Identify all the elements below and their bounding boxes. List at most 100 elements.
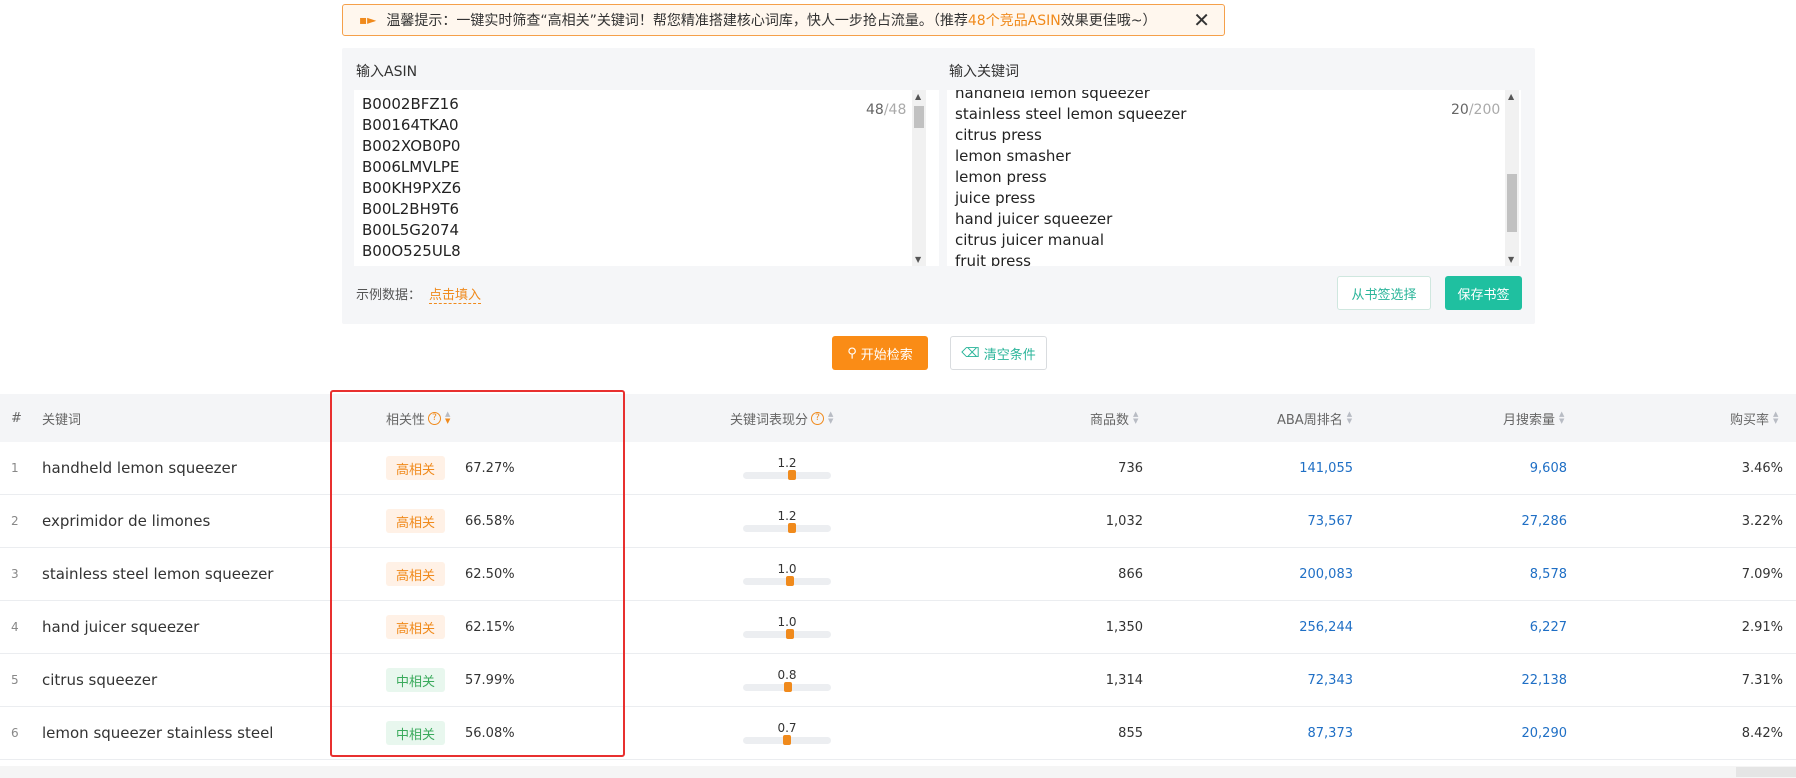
relevance-badge: 中相关 (386, 721, 446, 745)
textarea-line: lemon smasher (955, 147, 1071, 165)
header-aba[interactable]: ABA周排名 ▲ ▼ (1277, 394, 1352, 442)
search-icon: ⚲ (847, 345, 857, 361)
score-value: 1.0 (777, 562, 797, 576)
table-row[interactable]: 1 handheld lemon squeezer 高相关 67.27% 1.2 736 1… (0, 442, 1796, 495)
textarea-line: stainless steel lemon squeezer (955, 105, 1187, 123)
aba-rank-link[interactable]: 256,244 (1299, 601, 1353, 653)
score-bar: 1.2 (743, 456, 831, 480)
purchase-rate: 7.31% (1741, 672, 1783, 688)
asin-counter: 48/48 (866, 102, 907, 118)
row-keyword[interactable]: lemon squeezer stainless steel (42, 707, 273, 759)
relevance-cell: 高相关 (386, 601, 446, 653)
relevance-percent: 67.27% (465, 460, 515, 476)
monthly-search-link[interactable]: 20,290 (1522, 707, 1568, 759)
relevance-cell: 中相关 (386, 707, 446, 759)
row-index: 6 (11, 726, 19, 740)
relevance-percent: 62.50% (465, 566, 515, 582)
monthly-search-link[interactable]: 9,608 (1530, 442, 1567, 494)
monthly-search-link[interactable]: 6,227 (1530, 601, 1567, 653)
relevance-badge: 高相关 (386, 562, 446, 586)
textarea-line: hand juicer squeezer (955, 210, 1113, 228)
products-count: 736 (1118, 460, 1143, 476)
sample-label: 示例数据： (356, 288, 422, 303)
products-count: 1,032 (1105, 513, 1143, 529)
score-marker (786, 629, 794, 639)
header-purchase[interactable]: 购买率 ▲ ▼ (1730, 394, 1778, 442)
fill-sample-link[interactable]: 点击填入 (429, 288, 482, 304)
horizontal-scrollbar[interactable] (0, 766, 1796, 778)
textarea-line: B00L5G2074 (362, 221, 460, 239)
header-score[interactable]: 关键词表现分 ? ▲ ▼ (730, 394, 833, 442)
sample-data: 示例数据： 点击填入 (356, 284, 482, 304)
table-row[interactable]: 5 citrus squeezer 中相关 57.99% 0.8 1,314 72,343 2… (0, 654, 1796, 707)
relevance-badge: 中相关 (386, 668, 446, 692)
keyword-textarea[interactable]: handheld lemon squeezer stainless steel l… (947, 90, 1521, 266)
purchase-rate: 3.22% (1741, 513, 1783, 529)
help-icon[interactable]: ? (811, 411, 825, 425)
score-value: 1.2 (777, 509, 797, 523)
keyword-scrollbar[interactable]: ▲ ▼ (1505, 90, 1519, 266)
aba-rank-link[interactable]: 72,343 (1308, 654, 1354, 706)
table-row[interactable]: 6 lemon squeezer stainless steel 中相关 56.08%… (0, 707, 1796, 760)
row-keyword[interactable]: hand juicer squeezer (42, 601, 199, 653)
header-products[interactable]: 商品数 ▲ ▼ (1090, 394, 1138, 442)
asin-textarea[interactable]: B0002BFZ16 B00164TKA0 B002XOB0P0 B006LMVLPE… (354, 90, 939, 266)
sort-icon[interactable]: ▲ ▼ (1559, 411, 1564, 425)
score-marker (784, 682, 792, 692)
aba-rank-link[interactable]: 87,373 (1308, 707, 1354, 759)
monthly-search-link[interactable]: 8,578 (1530, 548, 1567, 600)
relevance-cell: 高相关 (386, 495, 446, 547)
monthly-search-link[interactable]: 22,138 (1522, 654, 1568, 706)
relevance-badge: 高相关 (386, 456, 446, 480)
table-row[interactable]: 2 exprimidor de limones 高相关 66.58% 1.2 1,032 7… (0, 495, 1796, 548)
keyword-counter: 20/200 (1451, 102, 1501, 118)
relevance-percent: 66.58% (465, 513, 515, 529)
products-count: 1,314 (1105, 672, 1143, 688)
monthly-search-link[interactable]: 27,286 (1522, 495, 1568, 547)
header-monthly[interactable]: 月搜索量 ▲ ▼ (1503, 394, 1564, 442)
score-bar: 1.0 (743, 562, 831, 586)
row-keyword[interactable]: handheld lemon squeezer (42, 442, 237, 494)
textarea-line: B006LMVLPE (362, 158, 460, 176)
score-track (743, 525, 831, 532)
clear-button[interactable]: ⌫ 清空条件 (950, 336, 1047, 370)
table-header: # 关键词 相关性 ? ▲ ▼ 关键词表现分 ? ▲ ▼ 商品数 ▲ ▼ ABA周排名… (0, 394, 1796, 442)
megaphone-icon: ▪► (359, 13, 377, 27)
header-keyword: 关键词 (42, 412, 82, 428)
textarea-line: lemon press (955, 168, 1047, 186)
from-bookmark-button[interactable]: 从书签选择 (1337, 276, 1431, 310)
textarea-line: B00KH9PXZ6 (362, 179, 462, 197)
sort-icon[interactable]: ▲ ▼ (1347, 411, 1352, 425)
help-icon[interactable]: ? (428, 411, 442, 425)
textarea-line: B00O525UL8 (362, 242, 461, 260)
table-row[interactable]: 4 hand juicer squeezer 高相关 62.15% 1.0 1,350 25… (0, 601, 1796, 654)
sort-icon[interactable]: ▲ ▼ (445, 411, 450, 425)
sort-icon[interactable]: ▲ ▼ (1133, 411, 1138, 425)
table-row[interactable]: 3 stainless steel lemon squeezer 高相关 62.50%… (0, 548, 1796, 601)
products-count: 866 (1118, 566, 1143, 582)
textarea-line: B002XOB0P0 (362, 137, 461, 155)
trash-icon: ⌫ (961, 345, 980, 361)
relevance-cell: 高相关 (386, 548, 446, 600)
notice-text: 温馨提示：一键实时筛查“高相关”关键词！帮您精准搭建核心词库，快人一步抢占流量。… (386, 13, 1157, 29)
score-value: 1.0 (777, 615, 797, 629)
close-icon[interactable]: ✕ (1193, 10, 1210, 30)
textarea-line: citrus juicer manual (955, 231, 1104, 249)
asin-scrollbar[interactable]: ▲ ▼ (912, 90, 926, 266)
aba-rank-link[interactable]: 200,083 (1299, 548, 1353, 600)
search-button[interactable]: ⚲ 开始检索 (832, 336, 928, 370)
header-relevance[interactable]: 相关性 ? ▲ ▼ (386, 394, 450, 442)
save-bookmark-button[interactable]: 保存书签 (1445, 276, 1522, 310)
row-keyword[interactable]: citrus squeezer (42, 654, 157, 706)
row-keyword[interactable]: exprimidor de limones (42, 495, 210, 547)
keyword-field-label: 输入关键词 (949, 64, 1019, 80)
aba-rank-link[interactable]: 73,567 (1308, 495, 1354, 547)
sort-icon[interactable]: ▲ ▼ (1773, 411, 1778, 425)
score-marker (783, 735, 791, 745)
row-keyword[interactable]: stainless steel lemon squeezer (42, 548, 273, 600)
sort-icon[interactable]: ▲ ▼ (828, 411, 833, 425)
aba-rank-link[interactable]: 141,055 (1299, 442, 1353, 494)
score-track (743, 472, 831, 479)
score-value: 1.2 (777, 456, 797, 470)
textarea-line: citrus press (955, 126, 1042, 144)
